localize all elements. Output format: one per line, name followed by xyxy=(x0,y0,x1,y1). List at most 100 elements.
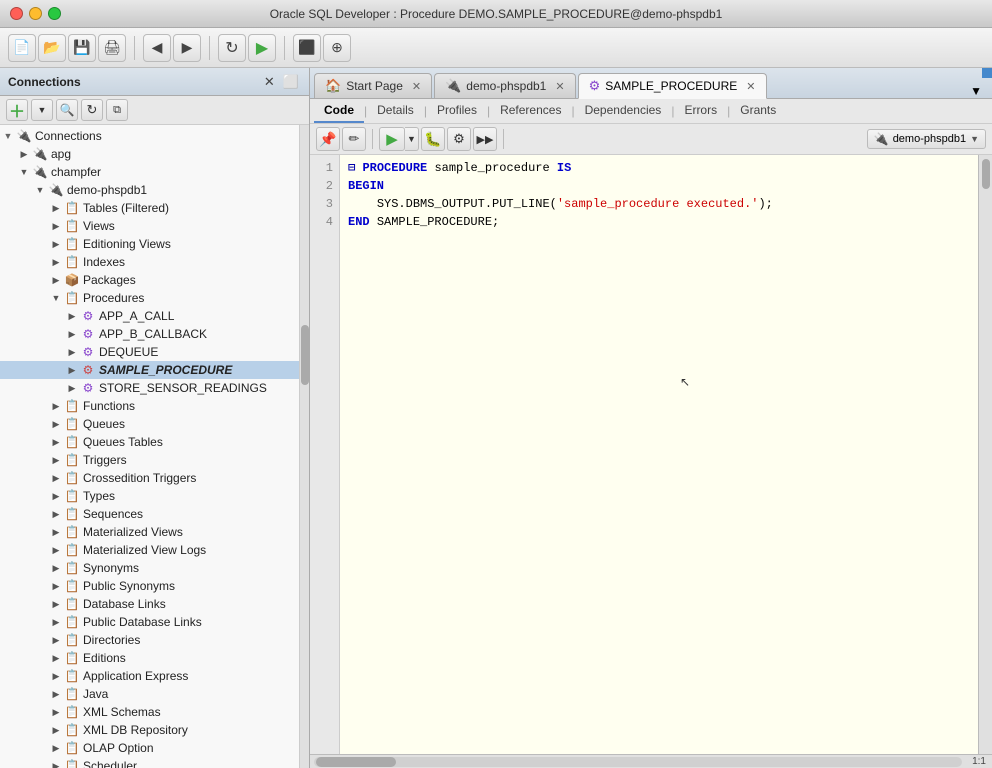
sub-tab-profiles[interactable]: Profiles xyxy=(427,99,487,123)
tree-node-app-b-callback[interactable]: ▶ ⚙ APP_B_CALLBACK xyxy=(0,325,299,343)
expander-types[interactable]: ▶ xyxy=(48,488,64,504)
tree-node-sample-procedure[interactable]: ▶ ⚙ SAMPLE_PROCEDURE xyxy=(0,361,299,379)
expander-xml-schemas[interactable]: ▶ xyxy=(48,704,64,720)
tab-start-page[interactable]: 🏠 Start Page ✕ xyxy=(314,73,432,98)
start-page-close[interactable]: ✕ xyxy=(412,80,421,93)
tree-node-sequences[interactable]: ▶ 📋 Sequences xyxy=(0,505,299,523)
expander-editions[interactable]: ▶ xyxy=(48,650,64,666)
expander-store[interactable]: ▶ xyxy=(64,380,80,396)
tree-node-store-sensor[interactable]: ▶ ⚙ STORE_SENSOR_READINGS xyxy=(0,379,299,397)
expander-functions[interactable]: ▶ xyxy=(48,398,64,414)
maximize-button[interactable] xyxy=(48,7,61,20)
save-button[interactable]: 💾 xyxy=(68,34,96,62)
run-main-button[interactable]: ▶ xyxy=(248,34,276,62)
tree-node-demo-phspdb1[interactable]: ▼ 🔌 demo-phspdb1 xyxy=(0,181,299,199)
expander-indexes[interactable]: ▶ xyxy=(48,254,64,270)
schema-browser-btn[interactable]: ⧉ xyxy=(106,99,128,121)
expander-apex[interactable]: ▶ xyxy=(48,668,64,684)
expander-editioning[interactable]: ▶ xyxy=(48,236,64,252)
tree-node-scheduler[interactable]: ▶ 📋 Scheduler xyxy=(0,757,299,768)
tree-node-olap[interactable]: ▶ 📋 OLAP Option xyxy=(0,739,299,757)
maximize-panel-icon[interactable]: ⬜ xyxy=(281,73,301,91)
expander-demo[interactable]: ▼ xyxy=(32,182,48,198)
expander-db-links[interactable]: ▶ xyxy=(48,596,64,612)
tree-node-indexes[interactable]: ▶ 📋 Indexes xyxy=(0,253,299,271)
tree-node-procedures[interactable]: ▼ 📋 Procedures xyxy=(0,289,299,307)
sub-tab-details[interactable]: Details xyxy=(367,99,424,123)
tree-node-views[interactable]: ▶ 📋 Views xyxy=(0,217,299,235)
forward-button[interactable]: ▶ xyxy=(173,34,201,62)
run-dropdown-btn[interactable]: ▼ xyxy=(405,127,419,151)
sub-tab-errors[interactable]: Errors xyxy=(674,99,727,123)
refresh-button[interactable]: ↻ xyxy=(218,34,246,62)
window-controls[interactable] xyxy=(10,7,61,20)
run-code-btn[interactable]: ▶ xyxy=(379,127,405,151)
connection-selector[interactable]: 🔌 demo-phspdb1 ▼ xyxy=(867,129,986,149)
worksheet-button[interactable]: ⬛ xyxy=(293,34,321,62)
add-connection-btn[interactable]: ＋ xyxy=(6,99,28,121)
code-right-scrollbar[interactable] xyxy=(978,155,992,754)
expander-procedures[interactable]: ▼ xyxy=(48,290,64,306)
tree-node-editioning-views[interactable]: ▶ 📋 Editioning Views xyxy=(0,235,299,253)
tree-node-mat-view-logs[interactable]: ▶ 📋 Materialized View Logs xyxy=(0,541,299,559)
tree-node-public-db-links[interactable]: ▶ 📋 Public Database Links xyxy=(0,613,299,631)
tree-scrollbar[interactable] xyxy=(299,125,309,768)
new-button[interactable]: 📄 xyxy=(8,34,36,62)
code-content[interactable]: ⊟ PROCEDURE sample_procedure IS BEGIN SY… xyxy=(340,155,978,754)
connection-dropdown-btn[interactable]: ▼ xyxy=(31,99,53,121)
tree-node-editions[interactable]: ▶ 📋 Editions xyxy=(0,649,299,667)
expander-public-syn[interactable]: ▶ xyxy=(48,578,64,594)
expander-app-b[interactable]: ▶ xyxy=(64,326,80,342)
sample-tab-close[interactable]: ✕ xyxy=(746,80,755,93)
tree-node-db-links[interactable]: ▶ 📋 Database Links xyxy=(0,595,299,613)
tree-node-apex[interactable]: ▶ 📋 Application Express xyxy=(0,667,299,685)
tree-node-dequeue[interactable]: ▶ ⚙ DEQUEUE xyxy=(0,343,299,361)
tree-node-packages[interactable]: ▶ 📦 Packages xyxy=(0,271,299,289)
expander-java[interactable]: ▶ xyxy=(48,686,64,702)
tree-node-synonyms[interactable]: ▶ 📋 Synonyms xyxy=(0,559,299,577)
print-button[interactable]: 🖨 xyxy=(98,34,126,62)
expander-app-a[interactable]: ▶ xyxy=(64,308,80,324)
expander-packages[interactable]: ▶ xyxy=(48,272,64,288)
expander-synonyms[interactable]: ▶ xyxy=(48,560,64,576)
pin-code-btn[interactable]: 📌 xyxy=(316,127,340,151)
expander-xml-db[interactable]: ▶ xyxy=(48,722,64,738)
expander-queues[interactable]: ▶ xyxy=(48,416,64,432)
tab-sample-procedure[interactable]: ⚙ SAMPLE_PROCEDURE ✕ xyxy=(578,73,767,99)
expander-sequences[interactable]: ▶ xyxy=(48,506,64,522)
refresh-connections-btn[interactable]: ↻ xyxy=(81,99,103,121)
tab-demo-phspdb1[interactable]: 🔌 demo-phspdb1 ✕ xyxy=(434,73,575,98)
tree-node-java[interactable]: ▶ 📋 Java xyxy=(0,685,299,703)
tree-node-tables[interactable]: ▶ 📋 Tables (Filtered) xyxy=(0,199,299,217)
compile-more-btn[interactable]: ▶▶ xyxy=(473,127,497,151)
expander-tables[interactable]: ▶ xyxy=(48,200,64,216)
tree-node-public-synonyms[interactable]: ▶ 📋 Public Synonyms xyxy=(0,577,299,595)
tree-node-champfer[interactable]: ▼ 🔌 champfer xyxy=(0,163,299,181)
tabs-overflow-btn[interactable]: ▼ xyxy=(964,84,988,98)
tree-node-types[interactable]: ▶ 📋 Types xyxy=(0,487,299,505)
expander-dequeue[interactable]: ▶ xyxy=(64,344,80,360)
tree-node-triggers[interactable]: ▶ 📋 Triggers xyxy=(0,451,299,469)
tree-node-queues-tables[interactable]: ▶ 📋 Queues Tables xyxy=(0,433,299,451)
expander-crossedition[interactable]: ▶ xyxy=(48,470,64,486)
close-panel-icon[interactable]: ✕ xyxy=(262,73,277,91)
expander-views[interactable]: ▶ xyxy=(48,218,64,234)
expander-dirs[interactable]: ▶ xyxy=(48,632,64,648)
close-button[interactable] xyxy=(10,7,23,20)
expander-connections[interactable]: ▼ xyxy=(0,128,16,144)
expander-apg[interactable]: ▶ xyxy=(16,146,32,162)
edit-code-btn[interactable]: ✏ xyxy=(342,127,366,151)
tree-node-functions[interactable]: ▶ 📋 Functions xyxy=(0,397,299,415)
debug-code-btn[interactable]: 🐛 xyxy=(421,127,445,151)
expander-pub-db[interactable]: ▶ xyxy=(48,614,64,630)
tree-node-connections[interactable]: ▼ 🔌 Connections xyxy=(0,127,299,145)
sub-tab-code[interactable]: Code xyxy=(314,99,364,123)
expander-queues-tables[interactable]: ▶ xyxy=(48,434,64,450)
expander-mat-logs[interactable]: ▶ xyxy=(48,542,64,558)
expander-champfer[interactable]: ▼ xyxy=(16,164,32,180)
tree-node-queues[interactable]: ▶ 📋 Queues xyxy=(0,415,299,433)
horizontal-scrollbar[interactable] xyxy=(314,757,962,767)
back-button[interactable]: ◀ xyxy=(143,34,171,62)
minimize-button[interactable] xyxy=(29,7,42,20)
expander-olap[interactable]: ▶ xyxy=(48,740,64,756)
